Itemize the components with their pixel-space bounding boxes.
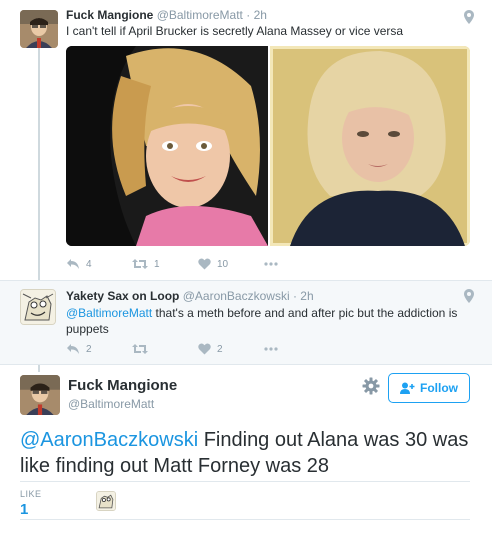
- more-icon: [264, 347, 278, 351]
- focused-tweet: Fuck Mangione @BaltimoreMatt Follow @Aar…: [0, 364, 492, 533]
- likes-label: LIKE: [20, 489, 42, 499]
- retweet-icon: [132, 344, 148, 354]
- more-button[interactable]: [264, 262, 330, 266]
- mention-link[interactable]: @AaronBaczkowski: [20, 429, 198, 451]
- author-name[interactable]: Yakety Sax on Loop: [66, 289, 179, 303]
- follow-person-icon: [400, 382, 415, 394]
- reply-icon: [67, 259, 79, 269]
- divider: [20, 519, 470, 520]
- reply-tweet[interactable]: Yakety Sax on Loop @AaronBaczkowski · 2h…: [0, 280, 492, 364]
- avatar[interactable]: [20, 289, 56, 325]
- tweet-text: I can't tell if April Brucker is secretl…: [66, 24, 404, 38]
- reply-button[interactable]: 4: [66, 258, 132, 270]
- retweet-button[interactable]: [132, 343, 198, 355]
- photo-left[interactable]: [66, 46, 268, 246]
- more-button[interactable]: [264, 347, 330, 351]
- timestamp[interactable]: 2h: [254, 8, 267, 22]
- mention-link[interactable]: @BaltimoreMatt: [66, 306, 152, 320]
- like-button[interactable]: 10: [198, 258, 264, 270]
- heart-icon: [198, 258, 211, 270]
- author-handle[interactable]: @BaltimoreMatt: [157, 8, 243, 22]
- reply-count: 2: [86, 343, 92, 355]
- reply-count: 4: [86, 258, 92, 270]
- divider: [20, 481, 470, 482]
- original-tweet[interactable]: Fuck Mangione @BaltimoreMatt · 2h I can'…: [0, 0, 492, 280]
- author-name[interactable]: Fuck Mangione: [66, 8, 153, 22]
- tweet-text: @AaronBaczkowski Finding out Alana was 3…: [20, 427, 470, 479]
- retweet-count: 1: [154, 258, 160, 270]
- follow-label: Follow: [420, 381, 458, 395]
- follow-button[interactable]: Follow: [388, 373, 470, 403]
- liker-avatar[interactable]: [96, 491, 116, 511]
- author-handle[interactable]: @AaronBaczkowski: [183, 289, 290, 303]
- tweet-actions: 4 1 10: [66, 256, 330, 272]
- heart-icon: [198, 343, 211, 355]
- gear-icon[interactable]: [362, 377, 380, 395]
- likes-count[interactable]: 1: [20, 501, 28, 518]
- more-icon: [264, 262, 278, 266]
- author-handle[interactable]: @BaltimoreMatt: [68, 397, 154, 411]
- reply-button[interactable]: 2: [66, 343, 132, 355]
- retweet-button[interactable]: 1: [132, 258, 198, 270]
- timestamp[interactable]: 2h: [300, 289, 313, 303]
- avatar[interactable]: [20, 10, 58, 48]
- tweet-header: Yakety Sax on Loop @AaronBaczkowski · 2h: [66, 289, 314, 303]
- reply-icon: [67, 344, 79, 354]
- location-pin-icon[interactable]: [464, 10, 474, 24]
- like-button[interactable]: 2: [198, 343, 264, 355]
- like-count: 2: [217, 343, 223, 355]
- retweet-icon: [132, 259, 148, 269]
- separator: ·: [242, 8, 254, 22]
- tweet-text: @BaltimoreMatt that's a meth before and …: [66, 305, 466, 337]
- location-pin-icon[interactable]: [464, 289, 474, 303]
- like-count: 10: [217, 258, 229, 270]
- author-name[interactable]: Fuck Mangione: [68, 377, 177, 394]
- separator: ·: [289, 289, 301, 303]
- avatar[interactable]: [20, 375, 60, 415]
- tweet-actions: 2 2: [66, 341, 330, 357]
- photo-right[interactable]: [270, 46, 470, 246]
- tweet-header: Fuck Mangione @BaltimoreMatt · 2h: [66, 8, 267, 22]
